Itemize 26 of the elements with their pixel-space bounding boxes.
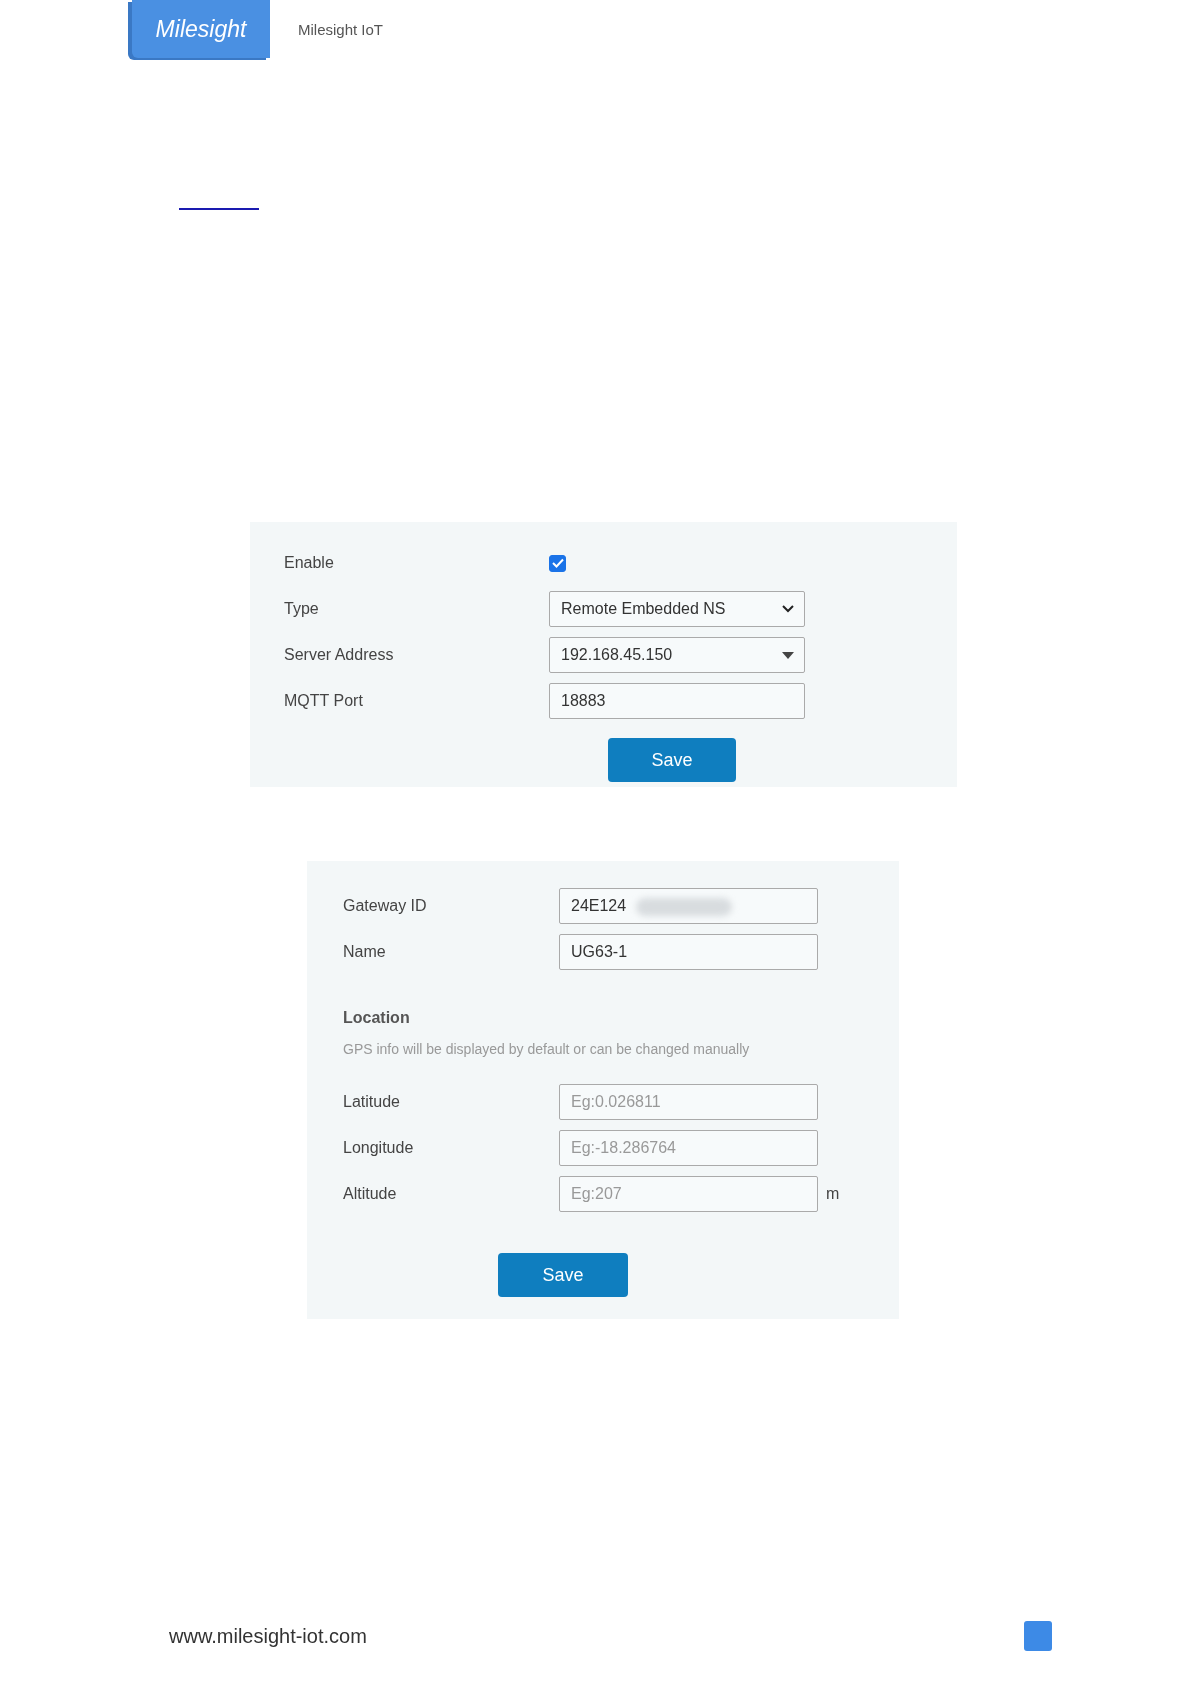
header-title: Milesight IoT — [298, 20, 384, 38]
unit-label: m — [826, 1185, 840, 1203]
field-label: Enable — [284, 554, 334, 572]
website-url: www.milesight-iot.com — [169, 1624, 367, 1648]
input-field[interactable]: UG63-1 — [559, 934, 818, 970]
caret-down-icon — [782, 651, 794, 659]
check-icon — [551, 558, 564, 568]
address-combo[interactable]: 192.168.45.150 — [549, 637, 805, 673]
field-label: Type — [284, 600, 319, 618]
input-field[interactable]: 18883 — [549, 683, 805, 719]
field-label: Gateway ID — [343, 897, 427, 915]
field-label: Server Address — [284, 646, 394, 664]
field-label: MQTT Port — [284, 692, 363, 710]
section-title: Location — [343, 1009, 411, 1027]
field-label: Name — [343, 943, 386, 961]
type-select[interactable]: Remote Embedded NS — [549, 591, 805, 627]
field-label: Altitude — [343, 1185, 397, 1203]
chevron-down-icon — [782, 605, 794, 613]
save-button[interactable]: Save — [498, 1253, 628, 1297]
square-icon — [1023, 1620, 1053, 1652]
field-label: Latitude — [343, 1093, 400, 1111]
input-field[interactable]: 24E124 — [559, 888, 818, 924]
enable-checkbox[interactable] — [549, 554, 566, 572]
save-button[interactable]: Save — [608, 738, 736, 782]
field-label: Longitude — [343, 1139, 414, 1157]
section-hint: GPS info will be displayed by default or can be changed manually — [343, 1041, 751, 1057]
